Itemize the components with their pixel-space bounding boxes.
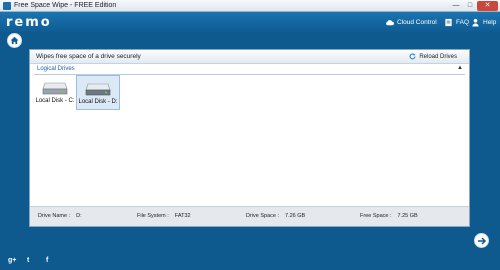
file-system-label: File System : bbox=[137, 213, 169, 219]
file-system-value: FAT32 bbox=[174, 213, 191, 219]
drive-item-c[interactable]: Local Disk - C: bbox=[33, 75, 77, 110]
drive-name-label: Drive Name : bbox=[38, 213, 71, 219]
file-system-info: File System : FAT32 bbox=[137, 213, 191, 219]
faq-link[interactable]: FAQ bbox=[444, 16, 469, 28]
hard-disk-icon bbox=[85, 83, 111, 96]
faq-icon bbox=[445, 18, 452, 26]
drive-space-label: Drive Space : bbox=[246, 213, 280, 219]
window-titlebar: Free Space Wipe - FREE Edition — □ ✕ bbox=[0, 0, 500, 12]
cloud-control-link[interactable]: Cloud Control bbox=[385, 16, 437, 28]
home-button[interactable] bbox=[7, 33, 22, 48]
remo-logo: remo bbox=[6, 15, 52, 30]
help-icon bbox=[472, 18, 479, 27]
drive-label: Local Disk - D: bbox=[78, 99, 118, 105]
logical-drives-label: Logical Drives bbox=[37, 66, 75, 72]
main-panel: Wipes free space of a drive securely Rel… bbox=[29, 49, 470, 227]
google-plus-link[interactable]: g+ bbox=[8, 257, 16, 264]
collapse-icon[interactable]: ▲ bbox=[457, 65, 463, 71]
hard-disk-icon bbox=[42, 82, 68, 95]
app-header: remo Cloud Control FAQ Help bbox=[0, 12, 500, 32]
drive-space-value: 7.26 GB bbox=[285, 213, 306, 219]
facebook-link[interactable]: f bbox=[46, 257, 48, 264]
free-space-label: Free Space : bbox=[360, 213, 392, 219]
reload-drives-label: Reload Drives bbox=[419, 53, 457, 60]
twitter-link[interactable]: t bbox=[27, 257, 29, 264]
refresh-icon bbox=[409, 53, 416, 60]
drive-item-d[interactable]: Local Disk - D: bbox=[76, 75, 120, 110]
home-icon bbox=[10, 36, 19, 45]
arrow-right-icon bbox=[477, 236, 486, 245]
cloud-icon bbox=[386, 19, 394, 25]
drive-name-info: Drive Name : D: bbox=[38, 213, 82, 219]
drive-name-value: D: bbox=[76, 213, 82, 219]
window-title: Free Space Wipe - FREE Edition bbox=[14, 2, 117, 9]
drive-label: Local Disk - C: bbox=[35, 98, 75, 104]
drive-space-info: Drive Space : 7.26 GB bbox=[246, 213, 305, 219]
help-label: Help bbox=[483, 18, 497, 26]
help-link[interactable]: Help bbox=[471, 16, 496, 28]
free-space-info: Free Space : 7.25 GB bbox=[360, 213, 418, 219]
free-space-value: 7.25 GB bbox=[397, 213, 418, 219]
faq-label: FAQ bbox=[456, 18, 470, 26]
maximize-button[interactable]: □ bbox=[463, 1, 477, 11]
close-button[interactable]: ✕ bbox=[477, 1, 498, 11]
panel-header: Wipes free space of a drive securely Rel… bbox=[30, 50, 469, 64]
logical-drives-section: Logical Drives ▲ bbox=[34, 65, 465, 75]
next-button[interactable] bbox=[474, 233, 489, 248]
reload-drives-button[interactable]: Reload Drives bbox=[409, 53, 457, 60]
drive-info-bar: Drive Name : D: File System : FAT32 Drive … bbox=[30, 206, 469, 226]
panel-title: Wipes free space of a drive securely bbox=[36, 53, 141, 60]
minimize-button[interactable]: — bbox=[449, 1, 463, 11]
cloud-control-label: Cloud Control bbox=[397, 18, 437, 26]
app-icon bbox=[3, 2, 11, 10]
